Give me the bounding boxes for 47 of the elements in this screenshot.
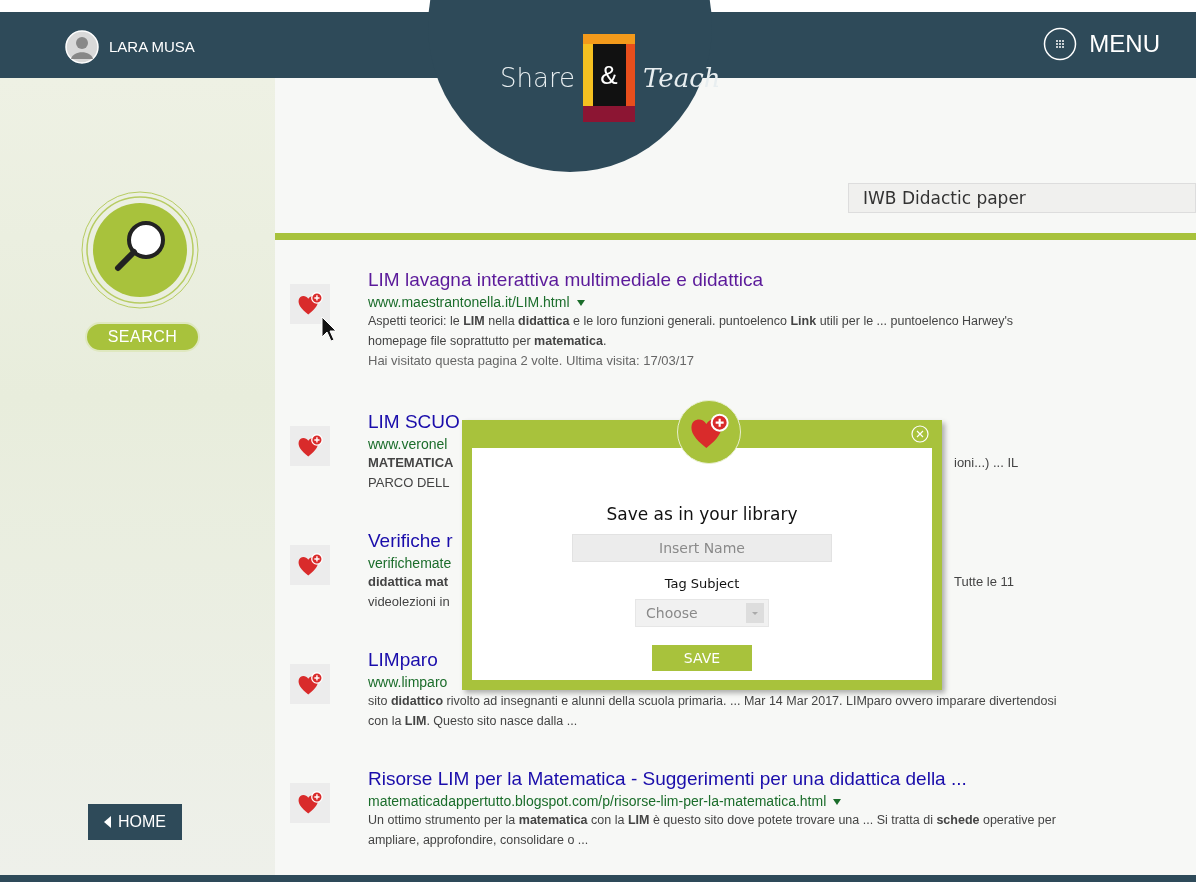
heart-plus-icon xyxy=(297,433,323,459)
user-name: LARA MUSA xyxy=(109,36,195,57)
result-snippet: sito didattico rivolto ad insegnanti e alunni della scuola primaria. ... Mar 14 Mar 2017. LIMparo ovvero imparare divertendosi con la LIM. Questo sito nasce dalla ... xyxy=(368,693,1058,730)
dropdown-caret-icon[interactable] xyxy=(832,798,843,807)
snippet-fragment: MATEMATICA xyxy=(368,455,454,470)
left-caret-icon xyxy=(104,816,112,828)
snippet-fragment: didattica mat xyxy=(368,574,449,589)
heart-tile[interactable] xyxy=(290,664,330,704)
visit-note: Hai visitato questa pagina 2 volte. Ultima visita: 17/03/17 xyxy=(368,352,695,370)
heart-plus-icon xyxy=(297,790,323,816)
result-url: www.maestrantonella.it/LIM.html xyxy=(368,294,570,310)
result-title-link[interactable]: LIM lavagna interattiva multimediale e didattica xyxy=(368,269,763,290)
home-button[interactable]: HOME xyxy=(88,804,182,840)
heart-plus-icon xyxy=(297,552,323,578)
result-url: verifichemate xyxy=(368,555,452,571)
result-title-link[interactable]: LIM SCUO xyxy=(368,411,460,432)
snippet-fragment: Tutte le 11 xyxy=(954,573,1014,591)
heart-tile[interactable] xyxy=(290,426,330,466)
result-url: www.limparo xyxy=(368,674,448,690)
field-label: Tag Subject xyxy=(663,574,741,593)
heart-tile[interactable] xyxy=(290,783,330,823)
heart-tile[interactable] xyxy=(290,284,330,324)
snippet-fragment: videolezioni in xyxy=(368,594,450,609)
result-title-link[interactable]: LIMparo xyxy=(368,649,438,670)
result-snippet: Aspetti teorici: le LIM nella didattica e le loro funzioni generali. puntoelenco Link utili per le ... puntoelenco Harwey's homepage file soprattutto per matematica. xyxy=(368,313,1015,350)
result-title-link[interactable]: Verifiche r xyxy=(368,530,453,551)
dropdown-caret-icon[interactable] xyxy=(575,299,586,308)
magnifier-icon xyxy=(80,190,200,310)
snippet-fragment: PARCO DELL xyxy=(368,475,450,490)
cursor-icon xyxy=(321,316,337,342)
name-field[interactable]: Insert Name xyxy=(572,533,832,562)
result-snippet: Un ottimo strumento per la matematica con la LIM è questo sito dove potete trovare una ... Si tratta di schede operative per ampliare, approfondire, consolidare o ... xyxy=(368,812,1057,849)
heart-plus-icon xyxy=(297,671,323,697)
dropdown-caret-icon xyxy=(746,603,764,623)
heart-tile[interactable] xyxy=(290,545,330,585)
menu-button[interactable]: MENU xyxy=(1043,26,1160,62)
logo-mark: & xyxy=(583,34,636,122)
logo-text: Share xyxy=(500,61,576,95)
grid-menu-icon xyxy=(1043,27,1078,61)
heart-plus-icon xyxy=(297,291,323,317)
avatar-icon xyxy=(65,30,99,64)
dialog-title: Save as in your library xyxy=(605,503,799,526)
search-field[interactable]: IWB Didactic paper xyxy=(848,183,1196,213)
result-url: matematicadappertutto.blogspot.com/p/risorse-lim-per-la-matematica.html xyxy=(368,793,827,809)
snippet-fragment: ioni...) ... IL xyxy=(954,454,1019,472)
result-url: www.veronel xyxy=(368,436,448,452)
result-title-link[interactable]: Risorse LIM per la Matematica - Suggerimenti per una didattica della ... xyxy=(368,768,967,789)
